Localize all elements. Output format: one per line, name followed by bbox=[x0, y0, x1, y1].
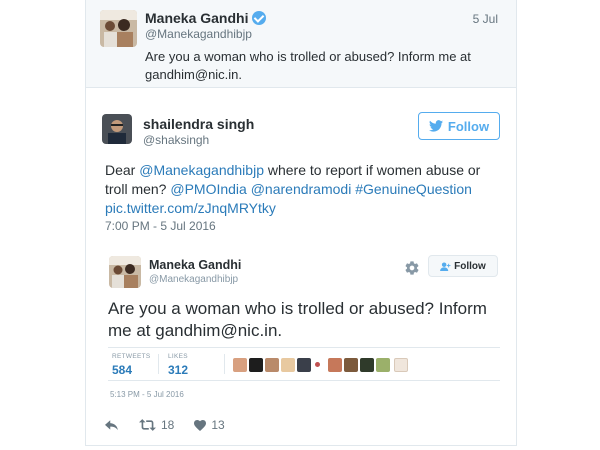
divider bbox=[224, 354, 225, 374]
retweet-button[interactable]: 18 bbox=[139, 418, 174, 432]
author-handle: @Manekagandhibjp bbox=[149, 274, 239, 285]
follow-label: Follow bbox=[454, 260, 486, 272]
like-button[interactable]: 13 bbox=[194, 418, 225, 432]
follow-button: Follow bbox=[428, 255, 498, 277]
author-handle[interactable]: @Manekagandhibjp bbox=[145, 27, 252, 41]
verified-badge-icon bbox=[252, 11, 267, 25]
likes-count: 312 bbox=[168, 363, 189, 377]
tweet-timestamp[interactable]: 7:00 PM - 5 Jul 2016 bbox=[105, 219, 216, 233]
mention-link[interactable]: @PMOIndia bbox=[170, 181, 246, 197]
author-name[interactable]: Maneka Gandhi bbox=[145, 10, 267, 26]
hashtag-link[interactable]: #GenuineQuestion bbox=[355, 181, 472, 197]
tweet-text: Are you a woman who is trolled or abused… bbox=[145, 49, 471, 82]
liker-avatar bbox=[265, 358, 279, 372]
retweet-count: 18 bbox=[161, 418, 175, 432]
liker-avatar bbox=[315, 362, 320, 367]
liker-avatar bbox=[360, 358, 374, 372]
retweets-label: RETWEETS bbox=[112, 353, 151, 360]
twitter-bird-icon bbox=[428, 120, 443, 132]
reply-icon bbox=[105, 419, 118, 430]
liker-avatar bbox=[281, 358, 295, 372]
parent-tweet[interactable]: Maneka Gandhi @Manekagandhibjp 5 Jul Are… bbox=[86, 0, 516, 88]
tweet-text-segment: Dear bbox=[105, 162, 140, 178]
author-name: Maneka Gandhi bbox=[149, 258, 242, 272]
liker-avatar bbox=[233, 358, 247, 372]
follow-label: Follow bbox=[447, 118, 490, 134]
likes-label: LIKES bbox=[168, 353, 188, 360]
divider bbox=[108, 380, 500, 381]
tweet-text: Are you a woman who is trolled or abused… bbox=[108, 299, 487, 340]
tweet-thread: Maneka Gandhi @Manekagandhibjp 5 Jul Are… bbox=[85, 0, 517, 446]
divider bbox=[108, 347, 500, 348]
retweet-icon bbox=[139, 419, 156, 431]
heart-icon bbox=[194, 419, 207, 431]
follow-button[interactable]: Follow bbox=[418, 112, 500, 140]
media-link[interactable]: pic.twitter.com/zJnqMRYtky bbox=[105, 200, 276, 216]
avatar[interactable] bbox=[100, 10, 137, 47]
add-user-icon bbox=[440, 261, 451, 271]
liker-avatar bbox=[328, 358, 342, 372]
liker-avatar bbox=[297, 358, 311, 372]
mention-link[interactable]: @Manekagandhibjp bbox=[139, 162, 264, 178]
liker-avatar bbox=[394, 358, 408, 372]
author-handle[interactable]: @shaksingh bbox=[143, 133, 209, 147]
divider bbox=[158, 354, 159, 374]
mention-link[interactable]: @narendramodi bbox=[251, 181, 352, 197]
tweet-text: Dear @Manekagandhibjp where to report if… bbox=[105, 161, 505, 218]
tweet-actions: 18 13 bbox=[105, 417, 245, 433]
tweet-timestamp: 5:13 PM - 5 Jul 2016 bbox=[110, 390, 184, 399]
retweets-count: 584 bbox=[112, 363, 133, 377]
author-name[interactable]: shailendra singh bbox=[143, 116, 254, 132]
like-count: 13 bbox=[211, 418, 225, 432]
liker-avatar bbox=[376, 358, 390, 372]
avatar[interactable] bbox=[102, 114, 132, 144]
avatar bbox=[109, 256, 141, 288]
gear-icon bbox=[405, 261, 419, 275]
embedded-tweet-image[interactable]: Maneka Gandhi @Manekagandhibjp Follow Ar… bbox=[106, 250, 502, 408]
reply-button[interactable] bbox=[105, 419, 119, 431]
tweet-date[interactable]: 5 Jul bbox=[473, 12, 498, 26]
liker-avatar bbox=[344, 358, 358, 372]
liker-avatar bbox=[249, 358, 263, 372]
